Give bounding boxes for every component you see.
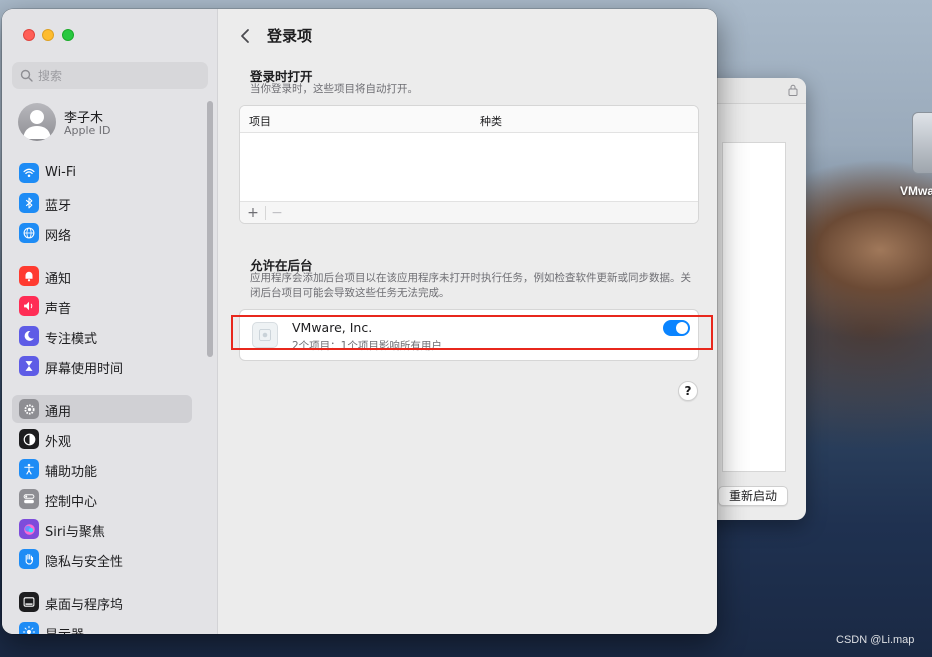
sidebar-item-1[interactable]: Wi-Fi	[12, 159, 192, 187]
display-icon	[19, 622, 39, 634]
table-header: 项目 种类	[240, 106, 698, 133]
sidebar-item-14[interactable]: 桌面与程序坞	[12, 588, 192, 616]
sidebar-item-label: 辅助功能	[45, 465, 98, 480]
login-section-description: 当你登录时，这些项目将自动打开。	[250, 83, 418, 95]
add-item-button[interactable]: +	[243, 204, 263, 222]
speaker-icon	[19, 296, 39, 316]
sidebar-item-label: 外观	[45, 435, 72, 450]
sidebar-item-13[interactable]: 隐私与安全性	[12, 545, 192, 573]
search-input[interactable]	[38, 62, 198, 89]
sidebar-item-6[interactable]: 专注模式	[12, 322, 192, 350]
moon-icon	[19, 326, 39, 346]
sidebar-item-label: 蓝牙	[45, 199, 72, 214]
sidebar-scrollbar[interactable]	[207, 101, 213, 357]
sidebar-item-label: 隐私与安全性	[45, 555, 124, 570]
system-settings-window: 李子木 Apple ID Wi-Fi 蓝牙网络通知声音专注模式屏幕使用时间通用外观…	[2, 9, 717, 634]
background-section-description: 应用程序会添加后台项目以在该应用程序未打开时执行任务，例如检查软件更新或同步数据…	[250, 272, 691, 299]
hourglass-icon	[19, 356, 39, 376]
hand-icon	[19, 549, 39, 569]
restart-button[interactable]: 重新启动	[718, 486, 788, 506]
page-title: 登录项	[267, 27, 313, 45]
login-items-table: 项目 种类 + −	[239, 105, 699, 224]
sidebar-item-15[interactable]: 显示器	[12, 618, 192, 634]
siri-icon	[19, 519, 39, 539]
annotation-highlight-box	[231, 315, 713, 350]
control-center-icon	[19, 489, 39, 509]
sidebar-item-label: 网络	[45, 229, 72, 244]
zoom-window-button[interactable]	[62, 29, 74, 41]
remove-item-button[interactable]: −	[267, 204, 287, 222]
sidebar-item-label: 桌面与程序坞	[45, 598, 124, 613]
desktop-icon-label[interactable]: VMwa	[900, 184, 932, 198]
sidebar-item-12[interactable]: Siri与聚焦	[12, 515, 192, 543]
globe-icon	[19, 223, 39, 243]
sidebar-item-label: 控制中心	[45, 495, 98, 510]
sidebar-item-4[interactable]: 通知	[12, 262, 192, 290]
dock-icon	[19, 592, 39, 612]
sidebar: 李子木 Apple ID Wi-Fi 蓝牙网络通知声音专注模式屏幕使用时间通用外观…	[2, 9, 218, 634]
back-chevron-icon[interactable]	[239, 28, 251, 44]
sidebar-item-label: Siri与聚焦	[45, 525, 105, 540]
sidebar-item-label: 通用	[45, 405, 72, 420]
content-pane: 登录项 登录时打开 当你登录时，这些项目将自动打开。 项目 种类 + − 允许在…	[219, 9, 717, 634]
sidebar-item-label: 通知	[45, 272, 72, 287]
sidebar-item-11[interactable]: 控制中心	[12, 485, 192, 513]
account-subtitle: Apple ID	[64, 124, 111, 137]
table-footer: + −	[240, 201, 698, 223]
sidebar-item-7[interactable]: 屏幕使用时间	[12, 352, 192, 380]
sidebar-item-5[interactable]: 声音	[12, 292, 192, 320]
vmware-disk-icon[interactable]	[912, 112, 932, 174]
watermark: CSDN @Li.map	[836, 634, 915, 646]
help-button[interactable]: ?	[678, 381, 698, 401]
column-header-kind[interactable]: 种类	[480, 113, 502, 129]
lock-icon	[788, 84, 798, 96]
apple-id-account[interactable]: 李子木 Apple ID	[16, 101, 196, 143]
sidebar-item-8[interactable]: 通用	[12, 395, 192, 423]
bell-icon	[19, 266, 39, 286]
sidebar-item-label: 显示器	[45, 624, 84, 634]
person-icon	[23, 110, 51, 139]
avatar	[18, 103, 56, 141]
sidebar-item-9[interactable]: 外观	[12, 425, 192, 453]
wifi-icon	[19, 163, 39, 183]
sidebar-item-label: Wi-Fi	[45, 165, 77, 180]
column-header-item[interactable]: 项目	[249, 113, 271, 129]
bluetooth-icon	[19, 193, 39, 213]
search-field[interactable]	[12, 62, 208, 89]
appearance-icon	[19, 429, 39, 449]
search-icon	[20, 69, 33, 82]
sidebar-item-2[interactable]: 蓝牙	[12, 189, 192, 217]
accessibility-icon	[19, 459, 39, 479]
gear-icon	[19, 399, 39, 419]
sidebar-item-label: 屏幕使用时间	[45, 362, 124, 377]
close-window-button[interactable]	[23, 29, 35, 41]
sidebar-item-10[interactable]: 辅助功能	[12, 455, 192, 483]
sidebar-item-label: 声音	[45, 302, 72, 317]
minimize-window-button[interactable]	[42, 29, 54, 41]
table-footer-divider	[265, 206, 266, 220]
sidebar-item-label: 专注模式	[45, 332, 98, 347]
background-window-panel	[722, 142, 786, 472]
sidebar-item-3[interactable]: 网络	[12, 219, 192, 247]
